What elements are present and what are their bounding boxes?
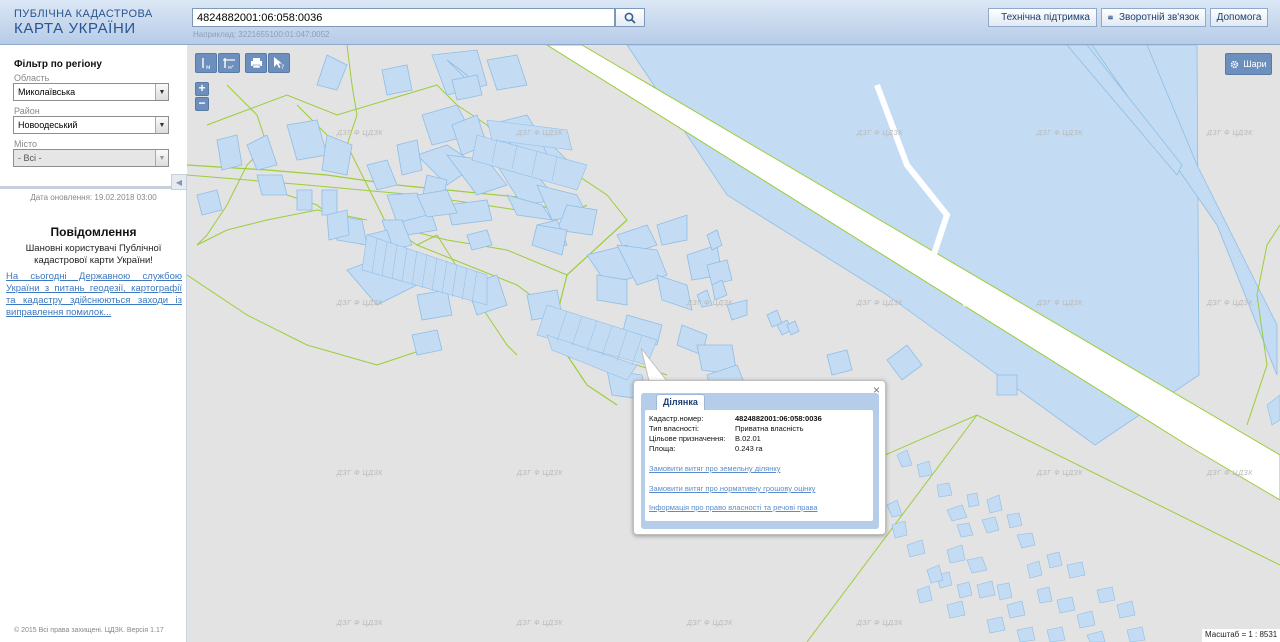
print-button[interactable] (245, 53, 267, 73)
area-ruler-icon: м² (223, 58, 235, 70)
layers-label: Шари (1243, 59, 1267, 69)
map-watermark: ДЗГ Ф ЦДЗК (1207, 300, 1253, 307)
map-watermark: ДЗГ Ф ЦДЗК (517, 470, 563, 477)
layers-button[interactable]: Шари (1225, 53, 1272, 75)
popup-content: Кадастр.номер: 4824882001:06:058:0036 Тип… (645, 410, 873, 521)
info-key: Тип власності: (649, 424, 699, 433)
search-icon (624, 12, 636, 24)
map-watermark: ДЗГ Ф ЦДЗК (337, 300, 383, 307)
map-watermark: ДЗГ Ф ЦДЗК (517, 130, 563, 137)
svg-text:?: ? (281, 64, 284, 70)
map-watermark: ДЗГ Ф ЦДЗК (687, 300, 733, 307)
order-valuation-extract-link[interactable]: Замовити витяг про нормативну грошову оц… (649, 484, 815, 493)
map-watermark: ДЗГ Ф ЦДЗК (857, 620, 903, 627)
district-select[interactable]: Новоодеський ▼ (13, 116, 169, 134)
search-example-hint: Наприклад: 3221655100:01:047:0052 (193, 30, 330, 39)
update-date: Дата оновлення: 19.02.2018 03:00 (30, 193, 157, 202)
region-label: Область (14, 73, 50, 83)
info-row-ownership-type: Тип власності: Приватна власність (649, 424, 804, 433)
collapse-sidebar-button[interactable]: ◀ (171, 174, 187, 190)
tab-parcel[interactable]: Ділянка (656, 394, 705, 410)
search-button[interactable] (615, 8, 645, 27)
city-select[interactable]: - Всі - ▼ (13, 149, 169, 167)
info-value: В.02.01 (735, 434, 761, 443)
info-value: 0.243 га (735, 444, 763, 453)
identify-button[interactable]: ? (268, 53, 290, 73)
map-watermark: ДЗГ Ф ЦДЗК (857, 300, 903, 307)
map-watermark: ДЗГ Ф ЦДЗК (687, 620, 733, 627)
info-value: 4824882001:06:058:0036 (735, 414, 822, 423)
feedback-button[interactable]: Зворотній зв'язок (1101, 8, 1206, 27)
envelope-icon (1108, 15, 1113, 20)
region-filter-panel: Фільтр по регіону Область Миколаївська ▼… (0, 45, 187, 189)
tech-support-button[interactable]: Технічна підтримка (988, 8, 1097, 27)
order-parcel-extract-link[interactable]: Замовити витяг про земельну ділянку (649, 464, 781, 473)
popup-pointer (640, 348, 669, 382)
help-label: Допомога (1216, 12, 1262, 23)
popup-tab-panel: Ділянка Кадастр.номер: 4824882001:06:058:… (641, 393, 879, 529)
feedback-label: Зворотній зв'язок (1118, 12, 1199, 23)
info-value: Приватна власність (735, 424, 804, 433)
info-row-area: Площа: 0.243 га (649, 444, 763, 453)
map-scale: Масштаб = 1 : 8531 (1202, 629, 1280, 642)
tech-support-label: Технічна підтримка (1001, 12, 1090, 23)
logo-line2: КАРТА УКРАЇНИ (14, 20, 136, 37)
zoom-out-button[interactable]: − (195, 97, 209, 111)
map-watermark: ДЗГ Ф ЦДЗК (1037, 300, 1083, 307)
map-watermark: ДЗГ Ф ЦДЗК (337, 470, 383, 477)
map-watermark: ДЗГ Ф ЦДЗК (1037, 470, 1083, 477)
info-key: Цільове призначення: (649, 434, 726, 443)
site-logo[interactable]: ПУБЛІЧНА КАДАСТРОВА КАРТА УКРАЇНИ (14, 8, 153, 37)
map-canvas[interactable]: ДЗГ Ф ЦДЗК ДЗГ Ф ЦДЗК ДЗГ Ф ЦДЗК ДЗГ Ф Ц… (187, 45, 1280, 642)
measure-distance-button[interactable]: м (195, 53, 217, 73)
notice-link[interactable]: На сьогодні Державною службою України з … (6, 271, 182, 319)
map-watermark: ДЗГ Ф ЦДЗК (1207, 130, 1253, 137)
parcel-info-popup: × Ділянка Кадастр.номер: 4824882001:06:05… (633, 380, 886, 535)
help-button[interactable]: Допомога (1210, 8, 1268, 27)
header-bar: ПУБЛІЧНА КАДАСТРОВА КАРТА УКРАЇНИ Наприк… (0, 0, 1280, 45)
filter-title: Фільтр по регіону (14, 59, 102, 70)
city-label: Місто (14, 139, 38, 149)
city-select-value: - Всі - (18, 153, 42, 163)
info-key: Площа: (649, 444, 676, 453)
notice-title: Повідомлення (50, 225, 137, 239)
cursor-question-icon: ? (274, 57, 284, 70)
info-row-cadastral-number: Кадастр.номер: 4824882001:06:058:0036 (649, 414, 822, 423)
map-watermark: ДЗГ Ф ЦДЗК (337, 130, 383, 137)
measure-area-button[interactable]: м² (218, 53, 240, 73)
chevron-down-icon: ▼ (155, 84, 168, 100)
svg-text:м²: м² (228, 65, 234, 70)
printer-icon (250, 58, 262, 69)
svg-text:м: м (206, 64, 211, 70)
map-watermark: ДЗГ Ф ЦДЗК (857, 130, 903, 137)
cadastral-search-input[interactable] (192, 8, 615, 27)
ownership-info-link[interactable]: Інформація про право власності та речові… (649, 503, 818, 512)
map-watermark: ДЗГ Ф ЦДЗК (517, 620, 563, 627)
zoom-in-button[interactable]: + (195, 82, 209, 96)
info-row-purpose: Цільове призначення: В.02.01 (649, 434, 761, 443)
ruler-icon: м (202, 58, 211, 70)
map-watermark: ДЗГ Ф ЦДЗК (1037, 130, 1083, 137)
notice-greeting: Шановні користувачі Публічної кадастрово… (25, 243, 162, 266)
region-select[interactable]: Миколаївська ▼ (13, 83, 169, 101)
region-select-value: Миколаївська (18, 87, 76, 97)
chevron-down-icon: ▼ (155, 150, 168, 166)
district-label: Район (14, 106, 40, 116)
info-key: Кадастр.номер: (649, 414, 704, 423)
chevron-down-icon: ▼ (155, 117, 168, 133)
copyright: © 2015 Всі права захищені. ЦДЗК. Версія … (14, 627, 164, 634)
sidebar: Фільтр по регіону Область Миколаївська ▼… (0, 45, 187, 642)
map-watermark: ДЗГ Ф ЦДЗК (1207, 470, 1253, 477)
map-watermark: ДЗГ Ф ЦДЗК (337, 620, 383, 627)
district-select-value: Новоодеський (18, 120, 78, 130)
gear-icon (1231, 60, 1239, 68)
